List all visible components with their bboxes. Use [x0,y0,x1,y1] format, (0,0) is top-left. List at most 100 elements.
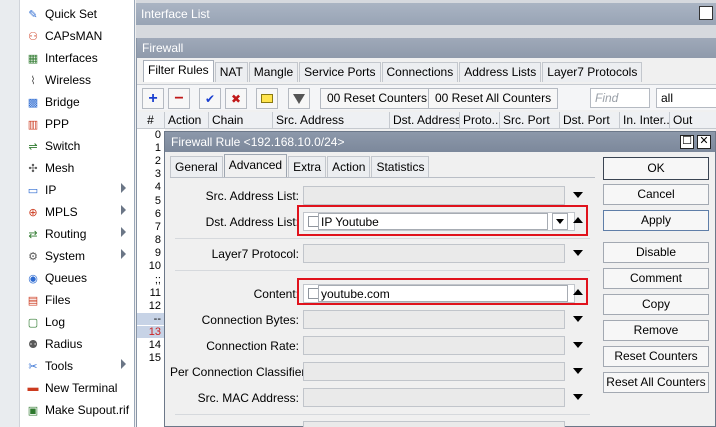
reset-all-counters-button[interactable]: Reset All Counters [603,372,709,393]
disable-button[interactable]: Disable [603,242,709,263]
disable-button[interactable]: ✖ [225,88,247,109]
sidebar-item-make-supout-rif[interactable]: ▣ Make Supout.rif [0,399,134,421]
table-row[interactable]: 3 [137,168,165,180]
add-button[interactable]: + [142,88,164,109]
tab-connections[interactable]: Connections [381,62,459,82]
table-row[interactable]: 14 [137,339,165,351]
maximize-icon[interactable]: ☐ [680,135,694,149]
sidebar-item-system[interactable]: ⚙ System [0,245,134,267]
table-row[interactable]: 10 [137,260,165,272]
tab-extra[interactable]: Extra [288,156,327,177]
comment-button[interactable] [256,88,278,109]
sidebar-item-bridge[interactable]: ▩ Bridge [0,91,134,113]
sidebar-item-tools[interactable]: ✂ Tools [0,355,134,377]
sidebar-item-ppp[interactable]: ▥ PPP [0,113,134,135]
sidebar-item-ip[interactable]: ▭ IP [0,179,134,201]
column-header[interactable]: Out [670,112,716,129]
expand-down-icon[interactable] [573,316,583,322]
column-header[interactable]: Proto... [460,112,500,129]
table-row[interactable]: 11 [137,287,165,299]
sidebar-item-routing[interactable]: ⇄ Routing [0,223,134,245]
table-row[interactable]: ;; [137,274,165,286]
expand-down-icon[interactable] [573,394,583,400]
expand-down-icon[interactable] [573,192,583,198]
connection-bytes-field[interactable] [303,310,565,329]
interface-list-title[interactable]: Interface List [136,3,716,25]
sidebar-item-new-terminal[interactable]: ▬ New Terminal [0,377,134,399]
tab-layer7-protocols[interactable]: Layer7 Protocols [542,62,643,82]
column-header[interactable]: Dst. Port [560,112,620,129]
filter-select[interactable]: all [656,88,716,108]
column-header[interactable]: Action [165,112,209,129]
enable-button[interactable]: ✔ [199,88,221,109]
connection-rate-field[interactable] [303,336,565,355]
sidebar-item-mesh[interactable]: ✣ Mesh [0,157,134,179]
rule-dialog-title[interactable]: Firewall Rule <192.168.10.0/24> [165,132,715,152]
sidebar-item-wireless[interactable]: ⌇ Wireless [0,69,134,91]
apply-button[interactable]: Apply [603,210,709,231]
tab-general[interactable]: General [170,156,223,177]
reset-counters-button[interactable]: 00 Reset Counters [320,88,435,109]
table-row[interactable]: 6 [137,208,165,220]
table-row[interactable]: 1 [137,142,165,154]
tab-filter-rules[interactable]: Filter Rules [143,60,214,82]
tab-statistics[interactable]: Statistics [371,156,430,177]
column-header[interactable]: Chain [209,112,273,129]
close-icon[interactable]: ✕ [697,135,711,149]
maximize-icon[interactable] [699,6,713,20]
tab-nat[interactable]: NAT [214,62,248,82]
table-row[interactable]: 15 [137,352,165,364]
table-row[interactable]: 2 [137,155,165,167]
sidebar-item-queues[interactable]: ◉ Queues [0,267,134,289]
table-row[interactable]: 0 [137,129,165,141]
layer7-protocol-row: Layer7 Protocol: [170,244,595,264]
table-row[interactable]: 12 [137,300,165,312]
tab-service-ports[interactable]: Service Ports [299,62,381,82]
sidebar-item-radius[interactable]: ⚉ Radius [0,333,134,355]
next-field-partial[interactable] [303,421,565,427]
filter-button[interactable] [288,88,310,109]
tab-advanced[interactable]: Advanced [223,154,288,177]
table-row[interactable]: -- [137,313,165,325]
column-header[interactable]: Dst. Address [390,112,460,129]
expand-down-icon[interactable] [573,368,583,374]
remove-button[interactable]: − [168,88,190,109]
sidebar-item-switch[interactable]: ⇌ Switch [0,135,134,157]
sidebar-item-mpls[interactable]: ⊕ MPLS [0,201,134,223]
per-connection-classifier-field[interactable] [303,362,565,381]
reset-counters-button[interactable]: Reset Counters [603,346,709,367]
table-row[interactable]: 8 [137,234,165,246]
table-row[interactable]: 13 [137,326,165,338]
table-row[interactable]: 4 [137,181,165,193]
reset-all-counters-button[interactable]: 00 Reset All Counters [428,88,559,109]
sidebar-item-log[interactable]: ▢ Log [0,311,134,333]
firewall-title[interactable]: Firewall [137,38,716,58]
column-header[interactable]: Src. Port [500,112,560,129]
src-address-list-field[interactable] [303,186,565,205]
table-row[interactable]: 5 [137,195,165,207]
sidebar-item-capsman[interactable]: ⚇ CAPsMAN [0,25,134,47]
mesh-icon: ✣ [28,162,38,175]
column-header[interactable]: Src. Address [273,112,390,129]
column-header[interactable]: # [137,112,165,129]
expand-down-icon[interactable] [573,250,583,256]
sidebar-item-interfaces[interactable]: ▦ Interfaces [0,47,134,69]
sidebar-item-label: CAPsMAN [45,29,103,43]
tab-action[interactable]: Action [327,156,371,177]
tab-mangle[interactable]: Mangle [248,62,299,82]
comment-button[interactable]: Comment [603,268,709,289]
sidebar-item-files[interactable]: ▤ Files [0,289,134,311]
column-header[interactable]: In. Inter... [620,112,670,129]
ok-button[interactable]: OK [603,157,709,180]
remove-button[interactable]: Remove [603,320,709,341]
table-row[interactable]: 7 [137,221,165,233]
cancel-button[interactable]: Cancel [603,184,709,205]
expand-down-icon[interactable] [573,342,583,348]
layer7-protocol-field[interactable] [303,244,565,263]
src-mac-address-field[interactable] [303,388,565,407]
tab-address-lists[interactable]: Address Lists [459,62,542,82]
table-row[interactable]: 9 [137,247,165,259]
sidebar-item-quick-set[interactable]: ✎ Quick Set [0,3,134,25]
find-input[interactable]: Find [590,88,650,108]
copy-button[interactable]: Copy [603,294,709,315]
